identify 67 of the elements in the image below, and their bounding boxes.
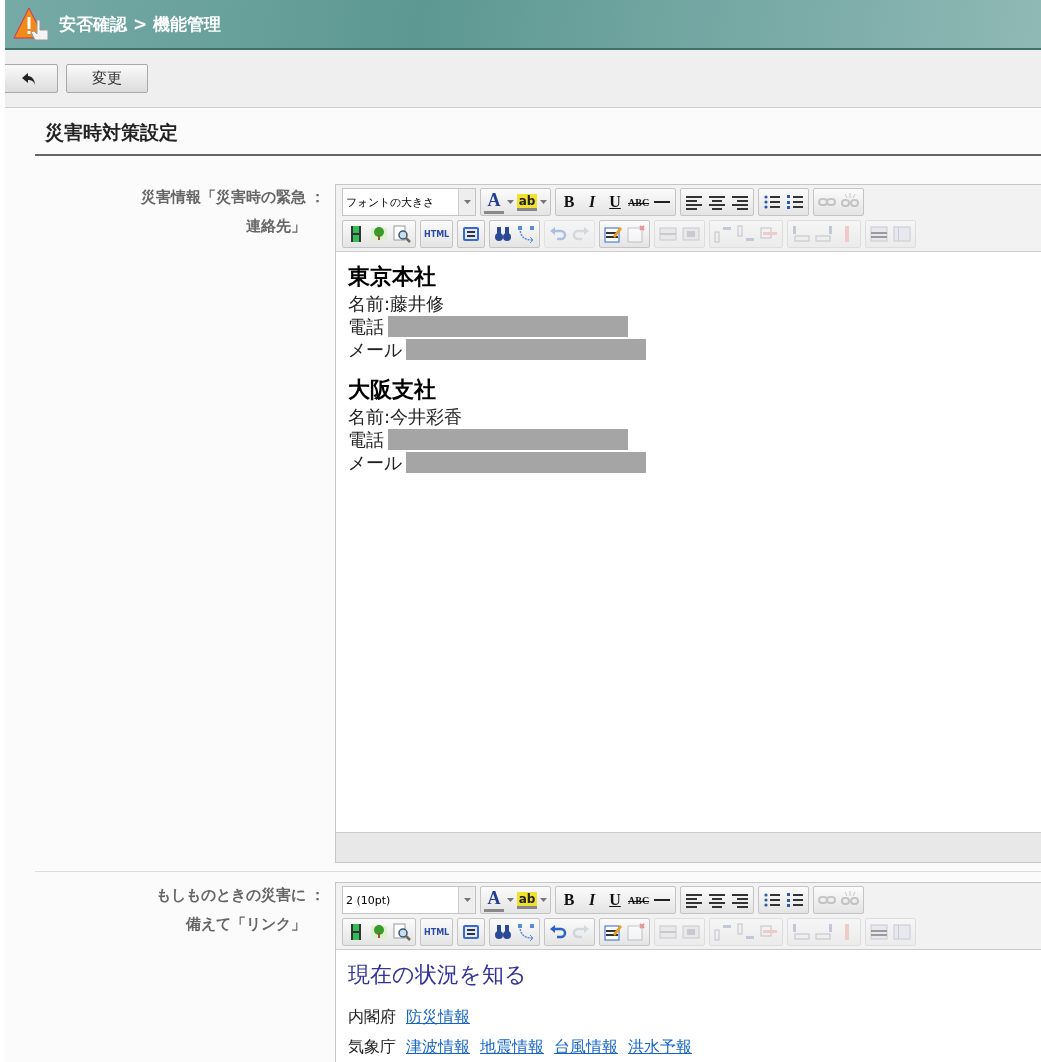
back-button[interactable] <box>5 64 58 93</box>
table-grid-icon[interactable] <box>869 922 890 942</box>
highlight-button[interactable]: ab <box>517 193 537 211</box>
table-grid-icon[interactable] <box>869 224 890 244</box>
label-colon: ： <box>310 188 325 208</box>
highlight-button[interactable]: ab <box>517 891 537 909</box>
underline-button[interactable]: U <box>605 193 625 211</box>
contact-line: メール <box>348 450 402 475</box>
contact-line: 電話 <box>348 427 384 452</box>
label-colon: ： <box>310 886 325 906</box>
replace-icon[interactable] <box>516 922 537 942</box>
italic-button[interactable]: I <box>582 193 602 211</box>
numbered-list-icon[interactable] <box>785 192 806 212</box>
rich-text-editor[interactable]: 2 (10pt) A ab B I U ABC HTML 現在の状況を知る 内閣府 防災情報 気象庁 津波情報 地震情報 台風情報 洪水予報 <box>335 882 1041 1062</box>
rich-text-editor[interactable]: フォントの大きさ A ab B I U ABC HTML 東京本社 名前:藤井修 電話 メール 大阪支社 名前:今井彩香 電話 メール <box>335 184 1041 863</box>
office-heading: 東京本社 <box>348 263 437 291</box>
picture-icon[interactable] <box>369 224 389 244</box>
magnifier-icon[interactable] <box>392 224 412 244</box>
info-link[interactable]: 防災情報 <box>406 1006 470 1028</box>
source-name: 気象庁 <box>348 1036 396 1058</box>
dropdown-arrow-icon[interactable] <box>463 200 471 204</box>
html-button[interactable]: HTML <box>424 927 450 937</box>
dropdown-arrow-icon[interactable] <box>507 898 514 902</box>
font-color-button[interactable]: A <box>484 190 504 214</box>
info-link[interactable]: 地震情報 <box>480 1036 544 1058</box>
replace-icon[interactable] <box>516 224 537 244</box>
table-edit-icon[interactable] <box>603 224 624 244</box>
info-link[interactable]: 洪水予報 <box>628 1036 692 1058</box>
contact-line: 電話 <box>348 314 384 339</box>
picture-icon[interactable] <box>369 922 389 942</box>
contact-line: メール <box>348 337 402 362</box>
font-size-select[interactable]: 2 (10pt) <box>342 886 476 914</box>
field-label: 備えて「リンク」 <box>186 915 306 934</box>
numbered-list-icon[interactable] <box>785 890 806 910</box>
back-arrow-icon <box>22 72 36 85</box>
content-heading: 現在の状況を知る <box>348 961 528 989</box>
info-link[interactable]: 津波情報 <box>406 1036 470 1058</box>
table-cell-icon[interactable] <box>681 224 702 244</box>
font-color-button[interactable]: A <box>484 888 504 912</box>
bold-button[interactable]: B <box>559 891 579 909</box>
field-label: 災害情報「災害時の緊急 <box>141 188 306 207</box>
source-name: 内閣府 <box>348 1006 396 1028</box>
html-button[interactable]: HTML <box>424 229 450 239</box>
dropdown-arrow-icon[interactable] <box>540 200 547 204</box>
field-label: もしものときの災害に <box>156 886 306 905</box>
change-button[interactable]: 変更 <box>66 64 148 93</box>
office-heading: 大阪支社 <box>348 376 437 404</box>
binoculars-icon[interactable] <box>493 922 514 942</box>
font-size-select[interactable]: フォントの大きさ <box>342 188 476 216</box>
contact-line: 名前:今井彩香 <box>348 404 463 429</box>
table-cell-icon[interactable] <box>681 922 702 942</box>
binoculars-icon[interactable] <box>493 224 514 244</box>
underline-button[interactable]: U <box>605 891 625 909</box>
strikethrough-button[interactable]: ABC <box>628 894 650 906</box>
dropdown-arrow-icon[interactable] <box>540 898 547 902</box>
contact-line: 名前:藤井修 <box>348 291 445 316</box>
dropdown-arrow-icon[interactable] <box>507 200 514 204</box>
field-label: 連絡先」 <box>246 217 306 236</box>
italic-button[interactable]: I <box>582 891 602 909</box>
dropdown-arrow-icon[interactable] <box>463 898 471 902</box>
section-title: 災害時対策設定 <box>45 121 178 143</box>
magnifier-icon[interactable] <box>392 922 412 942</box>
table-edit-icon[interactable] <box>603 922 624 942</box>
bold-button[interactable]: B <box>559 193 579 211</box>
breadcrumb: 安否確認 > 機能管理 <box>59 12 222 36</box>
info-link[interactable]: 台風情報 <box>554 1036 618 1058</box>
strikethrough-button[interactable]: ABC <box>628 196 650 208</box>
